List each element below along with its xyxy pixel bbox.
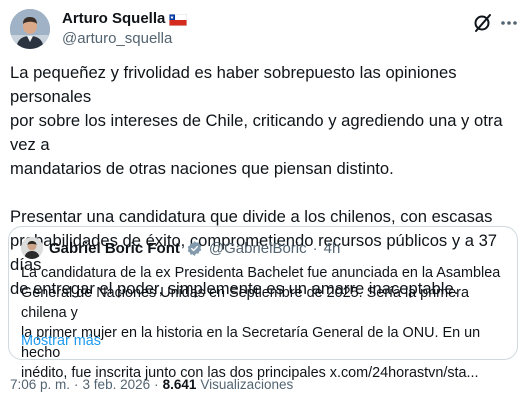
separator-dot: · [74, 377, 79, 392]
author-name[interactable]: Arturo Squella [62, 10, 165, 28]
separator-dot: · [312, 239, 318, 257]
author-handle[interactable]: @arturo_squella [62, 30, 172, 48]
tweet-time[interactable]: 7:06 p. m. [10, 376, 70, 394]
tweet-metadata: 7:06 p. m. · 3 feb. 2026 · 8.641 Visuali… [10, 376, 293, 394]
grok-icon[interactable] [472, 12, 494, 34]
quoted-author-avatar [21, 237, 43, 259]
quoted-tweet[interactable]: Gabriel Boric Font @GabrielBoric · 4h La… [8, 226, 518, 381]
views-label: Visualizaciones [200, 377, 294, 392]
quoted-tweet-text: La candidatura de la ex Presidenta Bache… [21, 265, 501, 381]
chile-flag-icon [169, 13, 188, 26]
quoted-tweet-header: Gabriel Boric Font @GabrielBoric · 4h [21, 237, 340, 259]
quoted-tweet-time: 4h [323, 239, 341, 257]
separator-dot: · [154, 377, 159, 392]
more-icon[interactable] [498, 12, 520, 34]
show-more-link[interactable]: Mostrar más [21, 331, 101, 351]
tweet-header: Arturo Squella @arturo_squella [0, 0, 528, 56]
tweet-date[interactable]: 3 feb. 2026 [83, 376, 151, 394]
views-count: 8.641 [162, 377, 197, 392]
quoted-author-handle: @GabrielBoric [208, 239, 307, 257]
author-avatar[interactable] [10, 9, 50, 49]
quoted-author-name: Gabriel Boric Font [49, 239, 180, 257]
verified-badge-icon [186, 240, 203, 257]
